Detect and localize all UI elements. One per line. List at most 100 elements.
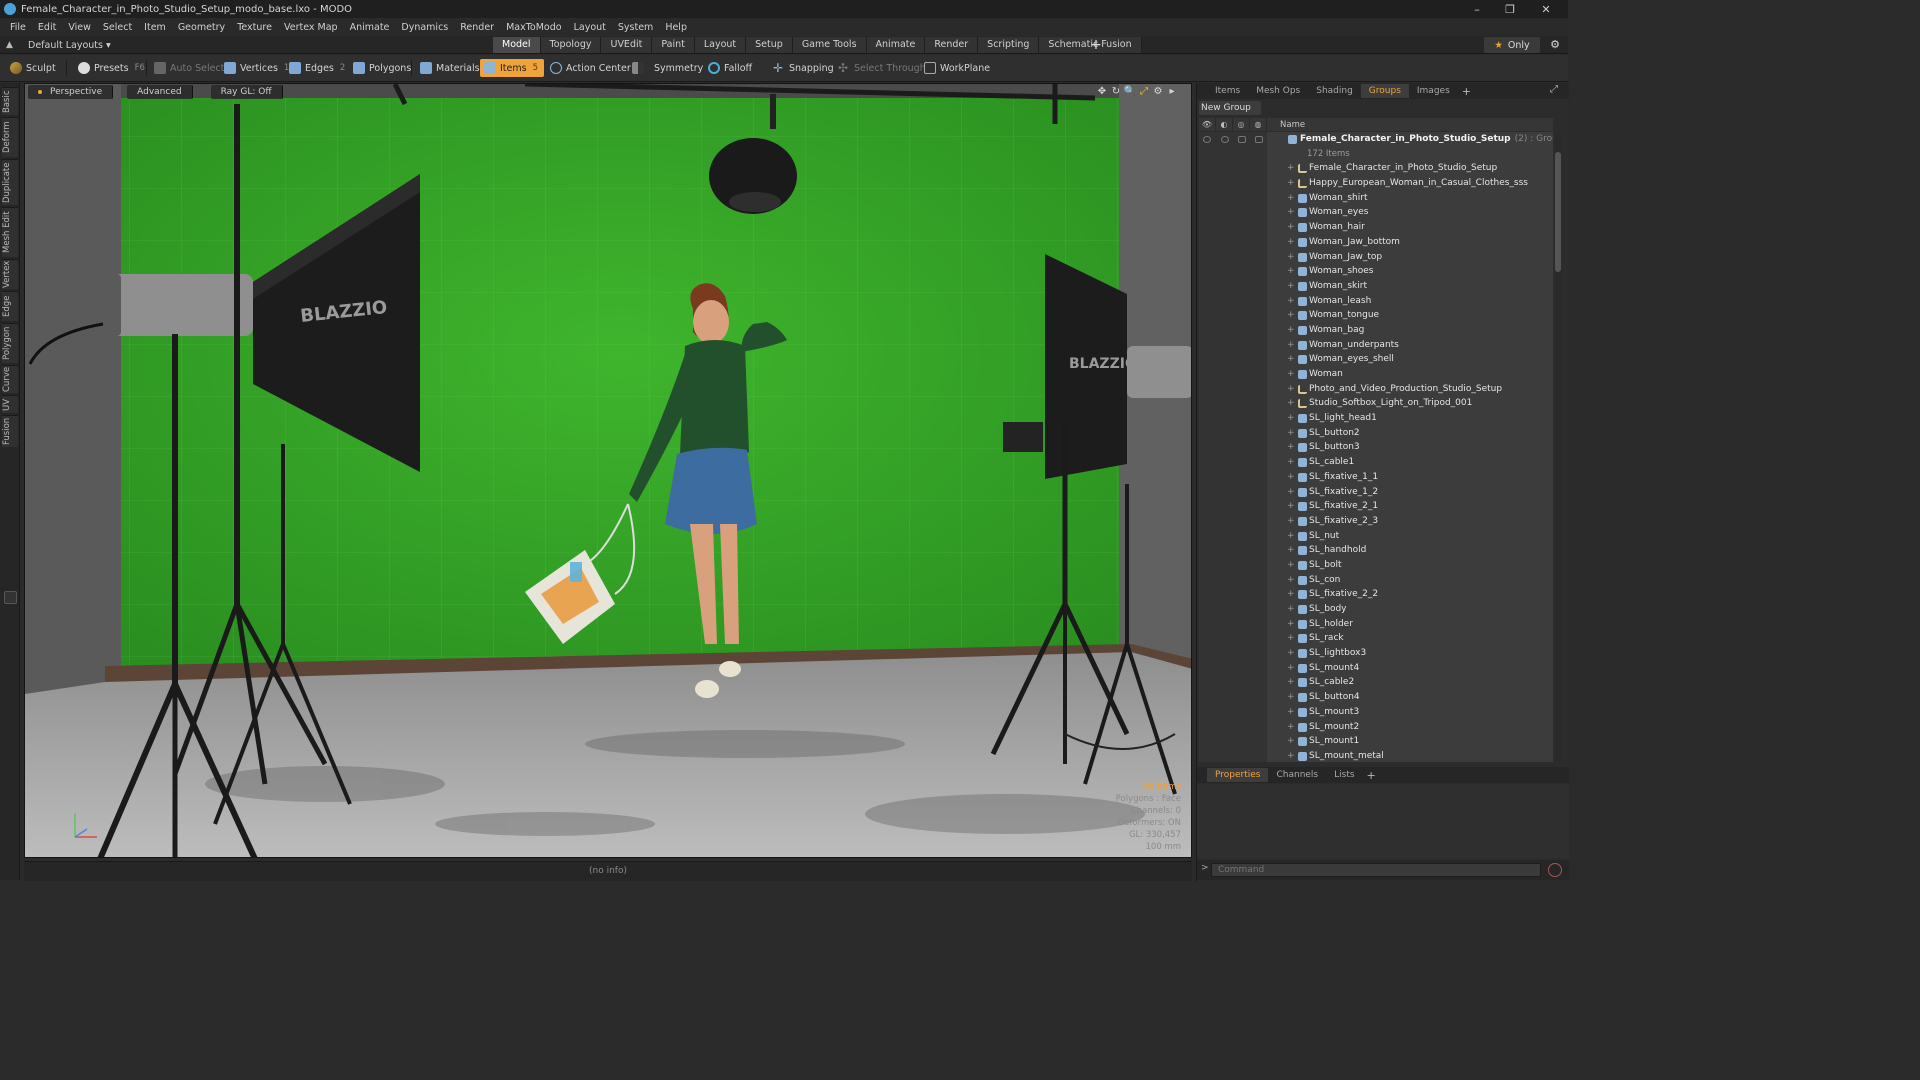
tree-item[interactable]: + SL_button3 xyxy=(1199,440,1553,456)
3d-viewport[interactable]: Perspective Advanced Ray GL: Off ✥ ↻ 🔍 ⤢… xyxy=(24,83,1192,858)
tree-item[interactable]: + SL_fixative_2_1 xyxy=(1199,499,1553,514)
panel-expand-icon[interactable]: ⤢ xyxy=(1550,84,1558,95)
viewport-expand-icon[interactable]: ▸ xyxy=(1165,85,1179,99)
tree-item[interactable]: + SL_lightbox3 xyxy=(1199,646,1553,661)
menu-texture[interactable]: Texture xyxy=(231,22,278,33)
expand-icon[interactable]: + xyxy=(1287,514,1295,529)
tree-item[interactable]: + Woman_shoes xyxy=(1199,264,1553,279)
expand-icon[interactable]: + xyxy=(1287,426,1295,441)
expand-icon[interactable]: + xyxy=(1287,191,1295,206)
expand-icon[interactable]: + xyxy=(1287,455,1295,470)
rotate-icon[interactable]: ↻ xyxy=(1109,85,1123,99)
new-group-button[interactable]: New Group xyxy=(1199,101,1261,115)
menu-system[interactable]: System xyxy=(612,22,659,33)
expand-icon[interactable]: + xyxy=(1287,220,1295,235)
lock-toggle[interactable] xyxy=(1238,136,1246,143)
tool-tab-uv[interactable]: UV xyxy=(2,395,18,413)
layout-tab-paint[interactable]: Paint xyxy=(652,37,695,53)
tree-item[interactable]: + SL_mount4 xyxy=(1199,660,1553,676)
tree-item[interactable]: + Woman_Jaw_top xyxy=(1199,249,1553,265)
expand-icon[interactable]: + xyxy=(1287,338,1295,353)
expand-icon[interactable]: + xyxy=(1287,279,1295,294)
layout-tab-model[interactable]: Model xyxy=(493,37,541,53)
tool-tab-vertex[interactable]: Vertex xyxy=(2,259,18,289)
tree-item[interactable]: + Woman_bag xyxy=(1199,322,1553,338)
expand-icon[interactable]: + xyxy=(1287,396,1295,411)
tree-item[interactable]: + SL_mount1 xyxy=(1199,734,1553,749)
menu-render[interactable]: Render xyxy=(454,22,500,33)
menu-view[interactable]: View xyxy=(62,22,97,33)
sculpt-button[interactable]: Sculpt xyxy=(6,59,56,77)
expand-icon[interactable]: + xyxy=(1287,161,1295,176)
menu-file[interactable]: File xyxy=(4,22,32,33)
layout-tab-setup[interactable]: Setup xyxy=(746,37,793,53)
menu-vertex-map[interactable]: Vertex Map xyxy=(278,22,344,33)
tree-item[interactable]: + SL_bolt xyxy=(1199,557,1553,573)
tree-item[interactable]: + SL_light_head1 xyxy=(1199,411,1553,426)
props-tab-properties[interactable]: Properties xyxy=(1207,768,1269,782)
raygl-toggle[interactable]: Ray GL: Off xyxy=(210,85,283,99)
tree-item[interactable]: + Woman_underpants xyxy=(1199,337,1553,353)
tree-item[interactable]: + SL_cable2 xyxy=(1199,675,1553,691)
tree-item[interactable]: + Woman_shirt xyxy=(1199,190,1553,206)
expand-icon[interactable]: + xyxy=(1287,705,1295,720)
menu-animate[interactable]: Animate xyxy=(344,22,396,33)
expand-icon[interactable]: + xyxy=(1287,558,1295,573)
lock-column-icon[interactable]: ◎ xyxy=(1233,118,1250,131)
expand-icon[interactable]: + xyxy=(1287,382,1295,397)
polygons-button[interactable]: Polygons xyxy=(349,59,411,77)
panel-tab-groups[interactable]: Groups xyxy=(1360,84,1409,98)
toolbox-toggle-button[interactable] xyxy=(4,591,17,604)
menu-select[interactable]: Select xyxy=(97,22,138,33)
expand-icon[interactable]: + xyxy=(1287,602,1295,617)
expand-icon[interactable]: + xyxy=(1287,323,1295,338)
menu-maxtomodo[interactable]: MaxToModo xyxy=(500,22,568,33)
expand-icon[interactable]: + xyxy=(1287,367,1295,382)
tree-item[interactable]: + SL_mount3 xyxy=(1199,704,1553,720)
expand-icon[interactable]: + xyxy=(1287,675,1295,690)
tool-tab-duplicate[interactable]: Duplicate xyxy=(2,159,18,205)
tool-tab-basic[interactable]: Basic xyxy=(2,87,18,115)
tree-item[interactable]: + SL_fixative_1_1 xyxy=(1199,469,1553,485)
expand-icon[interactable]: + xyxy=(1287,440,1295,455)
viewport-settings-icon[interactable]: ⚙ xyxy=(1151,85,1165,99)
tree-item[interactable]: + SL_fixative_1_2 xyxy=(1199,484,1553,500)
tree-item[interactable]: + SL_con xyxy=(1199,572,1553,588)
tool-tab-curve[interactable]: Curve xyxy=(2,365,18,393)
expand-icon[interactable]: + xyxy=(1287,661,1295,676)
falloff-button[interactable]: Falloff xyxy=(704,59,752,77)
tool-tab-fusion[interactable]: Fusion xyxy=(2,415,18,447)
command-history-button[interactable] xyxy=(1548,863,1562,877)
expand-icon[interactable]: + xyxy=(1287,352,1295,367)
scrollbar-thumb[interactable] xyxy=(1555,152,1561,272)
expand-icon[interactable]: + xyxy=(1287,205,1295,220)
zoom-icon[interactable]: 🔍 xyxy=(1123,85,1137,99)
menu-geometry[interactable]: Geometry xyxy=(172,22,231,33)
tree-scrollbar[interactable] xyxy=(1555,132,1561,762)
layout-tab-uvedit[interactable]: UVEdit xyxy=(601,37,653,53)
panel-tab-items[interactable]: Items xyxy=(1207,84,1248,98)
render-toggle[interactable] xyxy=(1221,136,1229,143)
vertices-button[interactable]: Vertices 1 xyxy=(220,59,289,77)
expand-icon[interactable]: + xyxy=(1287,485,1295,500)
tree-item[interactable]: + SL_holder xyxy=(1199,616,1553,632)
layout-tab-animate[interactable]: Animate xyxy=(866,37,926,53)
tree-item[interactable]: + Woman_hair xyxy=(1199,220,1553,235)
expand-icon[interactable]: + xyxy=(1287,543,1295,558)
expand-icon[interactable]: + xyxy=(1287,308,1295,323)
select-column-icon[interactable]: ◍ xyxy=(1250,118,1267,131)
add-panel-tab-button[interactable]: + xyxy=(1458,85,1475,98)
pan-icon[interactable]: ✥ xyxy=(1095,85,1109,99)
expand-icon[interactable]: + xyxy=(1287,294,1295,309)
tree-item[interactable]: + Woman_Jaw_bottom xyxy=(1199,234,1553,250)
panel-tab-mesh-ops[interactable]: Mesh Ops xyxy=(1248,84,1308,98)
expand-icon[interactable]: + xyxy=(1287,646,1295,661)
edges-button[interactable]: Edges 2 xyxy=(285,59,345,77)
only-toggle-button[interactable]: ★ Only xyxy=(1484,37,1540,53)
tree-item[interactable]: + Woman_leash xyxy=(1199,293,1553,309)
add-layout-tab-button[interactable]: + xyxy=(1089,36,1103,54)
props-tab-lists[interactable]: Lists xyxy=(1326,768,1362,782)
panel-tab-images[interactable]: Images xyxy=(1409,84,1458,98)
tree-item[interactable]: + Woman xyxy=(1199,367,1553,382)
expand-icon[interactable]: + xyxy=(1287,176,1295,191)
